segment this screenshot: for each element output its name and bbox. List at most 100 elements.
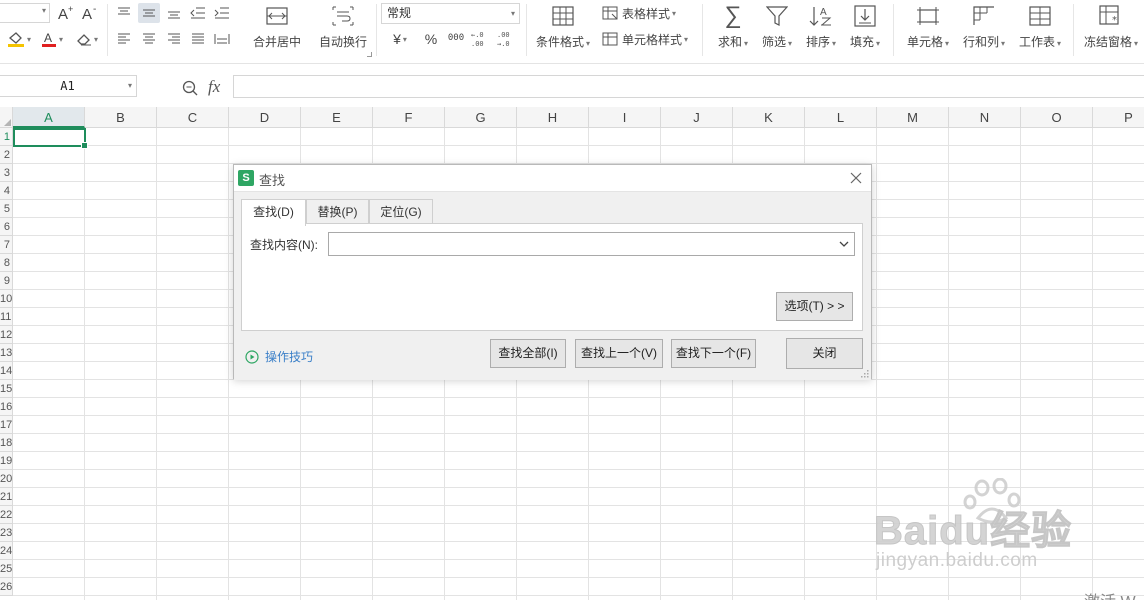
column-header[interactable]: K — [733, 107, 805, 128]
close-icon[interactable] — [849, 171, 863, 185]
row-header[interactable]: 14 — [0, 362, 13, 380]
find-previous-button[interactable]: 查找上一个(V) — [575, 339, 663, 368]
align-center-icon[interactable] — [138, 30, 160, 48]
tab-replace[interactable]: 替换(P) — [306, 199, 369, 224]
column-header[interactable]: P — [1093, 107, 1144, 128]
zoom-search-icon[interactable] — [182, 80, 198, 99]
sum-button[interactable]: ∑ 求和 ▾ — [710, 2, 756, 53]
font-size-dropdown[interactable]: ▾ — [0, 3, 50, 23]
decrease-decimal-icon[interactable]: .00 →.0 — [496, 28, 518, 50]
cell-style-button[interactable]: 单元格样式 ▾ — [602, 30, 696, 48]
column-header[interactable]: H — [517, 107, 589, 128]
decrease-indent-icon[interactable] — [188, 3, 208, 23]
name-box[interactable]: A1 ▾ — [0, 75, 137, 97]
find-next-button[interactable]: 查找下一个(F) — [671, 339, 756, 368]
active-cell-a1[interactable] — [13, 128, 88, 149]
column-header[interactable]: B — [85, 107, 157, 128]
tab-find[interactable]: 查找(D) — [241, 199, 306, 226]
column-header[interactable]: F — [373, 107, 445, 128]
increase-decimal-icon[interactable]: ←.0.00 — [470, 28, 492, 50]
font-color-icon[interactable]: A ▾ — [38, 30, 66, 48]
formula-input[interactable] — [233, 75, 1144, 98]
row-header[interactable]: 21 — [0, 488, 13, 506]
find-all-button[interactable]: 查找全部(I) — [490, 339, 566, 368]
column-header[interactable]: A — [13, 107, 85, 128]
percent-button[interactable]: % — [421, 30, 441, 48]
column-header[interactable]: I — [589, 107, 661, 128]
row-col-button[interactable]: 行和列 ▾ — [956, 3, 1012, 53]
column-header[interactable]: D — [229, 107, 301, 128]
align-middle-icon[interactable] — [138, 3, 160, 23]
row-header[interactable]: 25 — [0, 560, 13, 578]
column-header[interactable]: L — [805, 107, 877, 128]
worksheet-button[interactable]: 工作表 ▾ — [1012, 3, 1068, 53]
row-header[interactable]: 7 — [0, 236, 13, 254]
find-content-input[interactable] — [329, 233, 829, 255]
column-header[interactable]: G — [445, 107, 517, 128]
increase-font-icon[interactable]: A + — [56, 3, 76, 23]
cell-label: 单元格 — [906, 35, 943, 49]
column-header[interactable]: J — [661, 107, 733, 128]
column-header[interactable]: E — [301, 107, 373, 128]
row-header[interactable]: 15 — [0, 380, 13, 398]
conditional-format-icon — [552, 3, 574, 29]
dialog-titlebar[interactable]: S 查找 — [234, 165, 871, 191]
row-header[interactable]: 2 — [0, 146, 13, 164]
align-top-icon[interactable] — [114, 3, 134, 23]
fill-color-icon[interactable]: ▾ — [4, 30, 34, 48]
align-left-icon[interactable] — [114, 30, 134, 48]
number-format-dropdown[interactable]: 常规 ▾ — [381, 3, 520, 24]
close-button[interactable]: 关闭 — [786, 338, 863, 369]
row-header[interactable]: 8 — [0, 254, 13, 272]
fill-button[interactable]: 填充 ▾ — [842, 3, 888, 53]
column-header[interactable]: M — [877, 107, 949, 128]
column-header[interactable]: O — [1021, 107, 1093, 128]
cell-button[interactable]: 单元格 ▾ — [900, 3, 956, 53]
thousands-button[interactable]: 000 — [445, 27, 467, 49]
row-header[interactable]: 12 — [0, 326, 13, 344]
row-header[interactable]: 23 — [0, 524, 13, 542]
row-header[interactable]: 16 — [0, 398, 13, 416]
decrease-font-icon[interactable]: A- — [80, 3, 100, 23]
justify-icon[interactable] — [188, 30, 208, 48]
row-header[interactable]: 20 — [0, 470, 13, 488]
select-all-corner[interactable] — [0, 107, 13, 128]
tips-link[interactable]: 操作技巧 — [245, 348, 313, 365]
row-header[interactable]: 19 — [0, 452, 13, 470]
row-header[interactable]: 24 — [0, 542, 13, 560]
align-bottom-icon[interactable] — [164, 3, 184, 23]
row-header[interactable]: 22 — [0, 506, 13, 524]
row-header[interactable]: 11 — [0, 308, 13, 326]
chevron-down-icon[interactable] — [838, 239, 850, 249]
row-header[interactable]: 17 — [0, 416, 13, 434]
insert-function-icon[interactable]: fx — [208, 77, 220, 97]
row-header[interactable]: 6 — [0, 218, 13, 236]
row-header[interactable]: 5 — [0, 200, 13, 218]
sort-button[interactable]: A 排序 ▾ — [798, 3, 844, 53]
distributed-align-icon[interactable] — [212, 30, 232, 48]
freeze-panes-button[interactable]: * 冻结窗格 ▾ — [1078, 3, 1144, 53]
filter-button[interactable]: 筛选 ▾ — [754, 3, 800, 53]
find-content-combobox[interactable] — [328, 232, 855, 256]
column-header[interactable]: C — [157, 107, 229, 128]
conditional-format-button[interactable]: 条件格式 ▾ — [532, 3, 594, 53]
table-style-button[interactable]: 表格样式 ▾ — [602, 4, 684, 22]
clear-format-icon[interactable]: ▾ — [72, 30, 102, 48]
wrap-text-button[interactable]: 自动换行 — [312, 3, 374, 53]
column-header[interactable]: N — [949, 107, 1021, 128]
align-right-icon[interactable] — [164, 30, 184, 48]
resize-grip-icon[interactable] — [860, 369, 869, 378]
row-header[interactable]: 4 — [0, 182, 13, 200]
row-header[interactable]: 9 — [0, 272, 13, 290]
options-button[interactable]: 选项(T) > > — [776, 292, 853, 321]
row-header[interactable]: 18 — [0, 434, 13, 452]
row-header[interactable]: 1 — [0, 128, 13, 146]
merge-center-button[interactable]: 合并居中 — [246, 3, 308, 53]
row-header[interactable]: 13 — [0, 344, 13, 362]
row-header[interactable]: 10 — [0, 290, 13, 308]
increase-indent-icon[interactable] — [212, 3, 232, 23]
currency-button[interactable]: ¥ ▾ — [386, 30, 414, 48]
row-header[interactable]: 3 — [0, 164, 13, 182]
tab-goto[interactable]: 定位(G) — [369, 199, 433, 224]
row-header[interactable]: 26 — [0, 578, 13, 596]
